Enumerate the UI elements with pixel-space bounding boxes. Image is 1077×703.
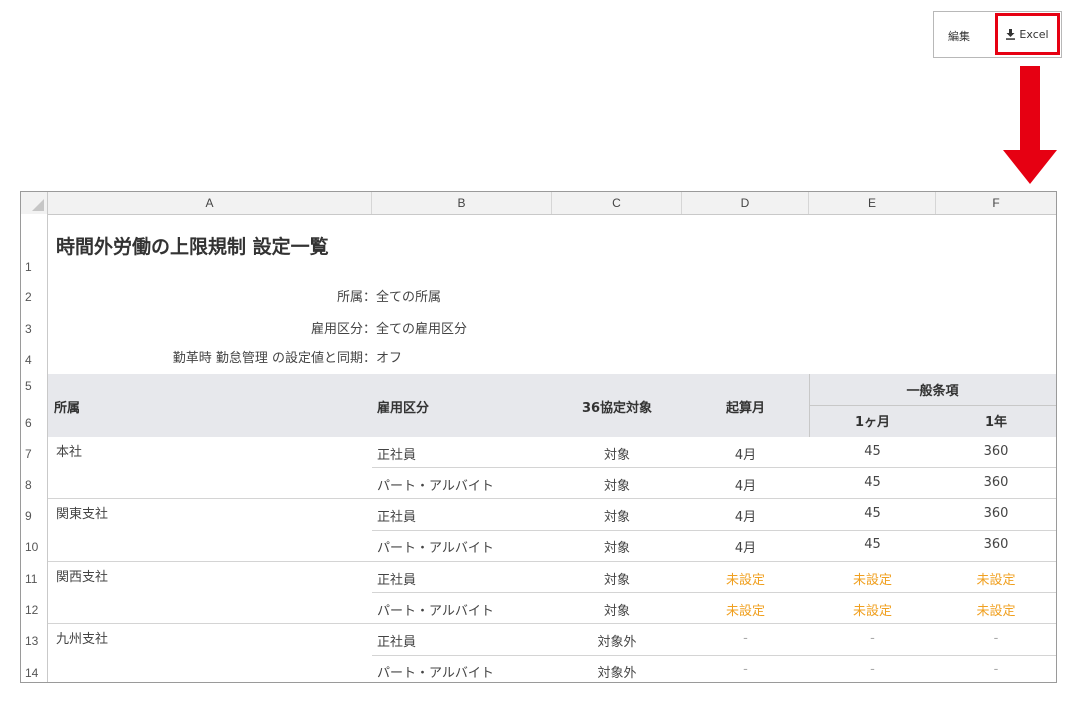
cell-year: -	[993, 631, 999, 646]
row-number: 13	[25, 634, 39, 648]
row-divider	[372, 592, 1056, 593]
column-header-a: A	[48, 192, 372, 214]
cell-target: 対象	[603, 510, 630, 525]
row-number: 8	[25, 478, 32, 492]
column-header-d: D	[682, 192, 809, 214]
cell-year-unset: 未設定	[976, 604, 1016, 619]
cell-month-unset: 未設定	[852, 573, 892, 588]
header-general-clause: 一般条項	[906, 384, 959, 399]
excel-label: Excel	[1019, 27, 1049, 41]
row-number: 4	[25, 353, 32, 367]
column-header-c: C	[552, 192, 682, 214]
row-divider	[372, 530, 1056, 531]
cell-year-unset: 未設定	[976, 573, 1016, 588]
cell-start: -	[743, 662, 748, 677]
row-number: 14	[25, 666, 39, 680]
row-number: 11	[25, 572, 38, 586]
download-icon	[1006, 28, 1016, 40]
row-number: 5	[25, 379, 32, 393]
row-number: 1	[25, 260, 32, 274]
cell-target: 対象外	[597, 666, 637, 681]
cell-month-unset: 未設定	[852, 604, 892, 619]
cell-employment: パート・アルバイト	[377, 666, 494, 681]
toolbar: 編集 Excel	[933, 11, 1062, 58]
row-number: 12	[25, 603, 39, 617]
column-header-b: B	[372, 192, 552, 214]
cell-start: -	[743, 631, 748, 646]
cell-month: 45	[864, 506, 881, 521]
spreadsheet-preview: A B C D E F 1 2 3 4 5 6 7 8 9 10 11 12 1…	[20, 191, 1057, 683]
cell-year: 360	[983, 444, 1009, 459]
header-start-month: 起算月	[725, 401, 765, 416]
cell-month: -	[870, 662, 875, 677]
cell-month: 45	[864, 444, 881, 459]
row-number: 9	[25, 509, 32, 523]
row-divider	[48, 561, 1056, 562]
header-one-month: 1ヶ月	[854, 415, 891, 430]
row-number: 10	[25, 540, 39, 554]
meta-value-dept: 全ての所属	[376, 290, 442, 305]
cell-target: 対象外	[597, 635, 637, 650]
cell-target: 対象	[603, 448, 630, 463]
cell-year: 360	[983, 475, 1009, 490]
row-number: 6	[25, 416, 32, 430]
header-employment: 雇用区分	[377, 401, 430, 416]
cell-target: 対象	[603, 604, 630, 619]
cell-dept: 関西支社	[56, 570, 109, 585]
cell-dept: 九州支社	[56, 632, 109, 647]
header-one-year: 1年	[984, 415, 1008, 430]
column-header-f: F	[992, 196, 1000, 210]
cell-month: -	[870, 631, 875, 646]
meta-label-sync: 勤革時 勤怠管理 の設定値と同期：	[172, 351, 376, 366]
cell-employment: 正社員	[377, 448, 417, 463]
meta-label-dept: 所属：	[336, 290, 376, 305]
cell-dept: 関東支社	[56, 507, 109, 522]
cell-employment: 正社員	[377, 510, 417, 525]
header-36-target: 36協定対象	[581, 401, 653, 416]
cell-employment: 正社員	[377, 635, 417, 650]
row-number: 7	[25, 447, 32, 461]
down-arrow-annotation	[1003, 66, 1057, 184]
meta-label-employment: 雇用区分：	[310, 322, 376, 337]
cell-target: 対象	[603, 479, 630, 494]
cell-start: 4月	[734, 541, 757, 556]
meta-value-employment: 全ての雇用区分	[376, 322, 468, 337]
row-divider	[372, 655, 1056, 656]
row-number: 3	[25, 322, 32, 336]
edit-button[interactable]: 編集	[948, 28, 970, 44]
meta-value-sync: オフ	[376, 351, 403, 366]
cell-year: 360	[983, 506, 1009, 521]
cell-start-unset: 未設定	[725, 604, 765, 619]
row-divider	[48, 623, 1056, 624]
column-header-e: E	[809, 192, 936, 214]
cell-start-unset: 未設定	[725, 573, 765, 588]
excel-download-button[interactable]: Excel	[995, 13, 1060, 55]
cell-month: 45	[864, 475, 881, 490]
header-dept: 所属	[54, 401, 81, 416]
cell-year: 360	[983, 537, 1009, 552]
row-number: 2	[25, 290, 32, 304]
cell-dept: 本社	[56, 445, 83, 460]
cell-employment: パート・アルバイト	[377, 604, 494, 619]
cell-start: 4月	[734, 510, 757, 525]
sheet-title: 時間外労働の上限規制 設定一覧	[56, 236, 329, 258]
row-divider	[372, 467, 1056, 468]
cell-target: 対象	[603, 541, 630, 556]
cell-employment: パート・アルバイト	[377, 541, 494, 556]
cell-employment: 正社員	[377, 573, 417, 588]
cell-start: 4月	[734, 448, 757, 463]
row-divider	[48, 498, 1056, 499]
cell-month: 45	[864, 537, 881, 552]
select-all-corner	[21, 192, 48, 214]
cell-start: 4月	[734, 479, 757, 494]
column-header-row: A B C D E F	[21, 192, 1056, 215]
cell-target: 対象	[603, 573, 630, 588]
cell-employment: パート・アルバイト	[377, 479, 494, 494]
cell-year: -	[993, 662, 999, 677]
header-divider	[809, 405, 1056, 406]
